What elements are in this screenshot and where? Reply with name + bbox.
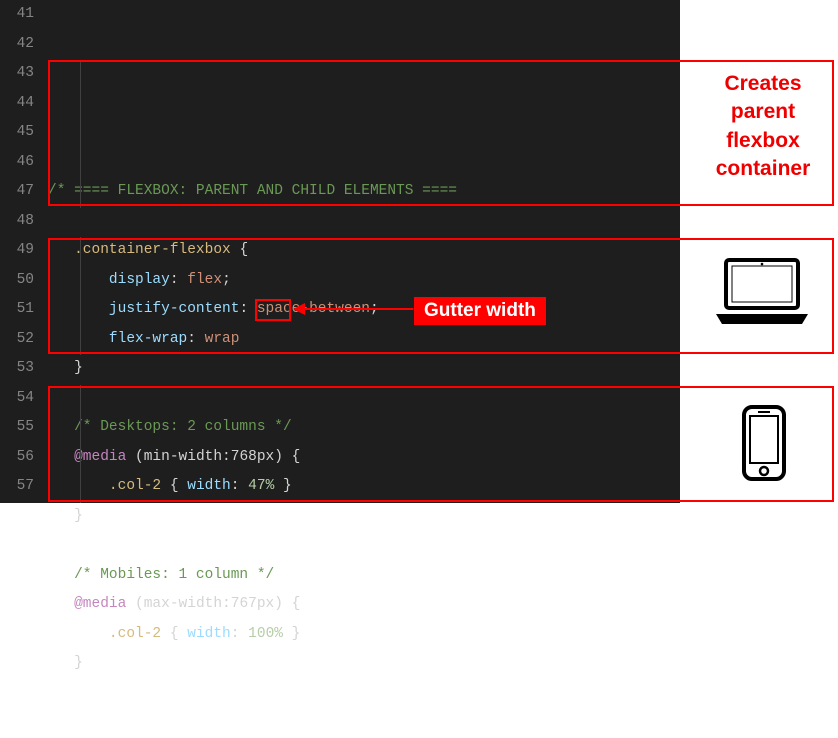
arrow-icon [295, 308, 413, 310]
code-line: @media (min-width:768px) { [48, 443, 680, 473]
code-line [48, 207, 680, 237]
line-number-gutter: 41 42 43 44 45 46 47 48 49 50 51 52 53 5… [0, 0, 48, 503]
line-number: 42 [0, 30, 34, 60]
line-number: 54 [0, 384, 34, 414]
line-number: 41 [0, 0, 34, 30]
line-number: 55 [0, 413, 34, 443]
laptop-icon [712, 256, 812, 330]
code-line: .container-flexbox { [48, 236, 680, 266]
line-number: 46 [0, 148, 34, 178]
annotation-label-gutter: Gutter width [414, 297, 546, 325]
code-editor: 41 42 43 44 45 46 47 48 49 50 51 52 53 5… [0, 0, 680, 503]
line-number: 44 [0, 89, 34, 119]
code-line: /* ==== FLEXBOX: PARENT AND CHILD ELEMEN… [48, 177, 680, 207]
line-number: 57 [0, 472, 34, 502]
code-line: @media (max-width:767px) { [48, 590, 680, 620]
line-number: 47 [0, 177, 34, 207]
line-number: 52 [0, 325, 34, 355]
line-number: 51 [0, 295, 34, 325]
code-line: } [48, 502, 680, 532]
code-line: display: flex; [48, 266, 680, 296]
line-number: 56 [0, 443, 34, 473]
code-line: /* Desktops: 2 columns */ [48, 413, 680, 443]
line-number: 48 [0, 207, 34, 237]
code-line: .col-2 { width: 47% } [48, 472, 680, 502]
phone-icon [741, 404, 787, 482]
code-line [48, 384, 680, 414]
code-line: } [48, 354, 680, 384]
line-number: 53 [0, 354, 34, 384]
code-line: } [48, 649, 680, 679]
line-number: 50 [0, 266, 34, 296]
code-line [48, 531, 680, 561]
line-number: 49 [0, 236, 34, 266]
code-area[interactable]: /* ==== FLEXBOX: PARENT AND CHILD ELEMEN… [48, 0, 680, 503]
line-number: 43 [0, 59, 34, 89]
code-line: flex-wrap: wrap [48, 325, 680, 355]
line-number: 45 [0, 118, 34, 148]
code-line: .col-2 { width: 100% } [48, 620, 680, 650]
annotation-label-creates: Creates parent flexbox container [698, 70, 828, 183]
code-line: /* Mobiles: 1 column */ [48, 561, 680, 591]
